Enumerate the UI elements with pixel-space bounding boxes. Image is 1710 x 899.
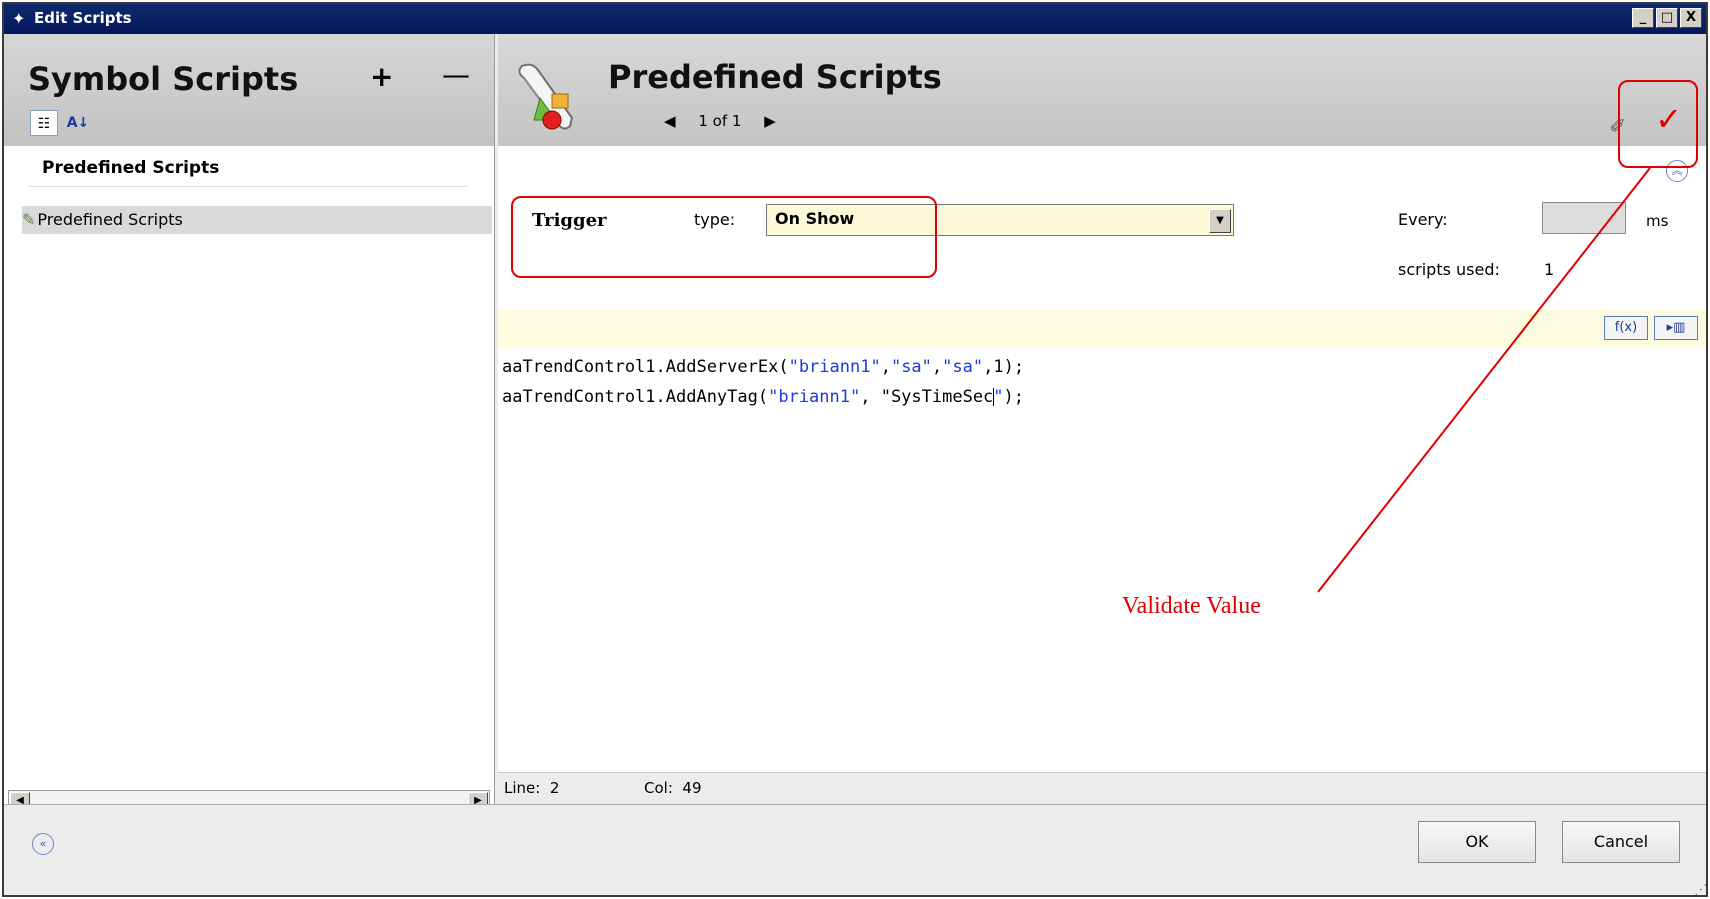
tree-item-predefined-scripts[interactable]: ✎ Predefined Scripts [22, 206, 492, 234]
section-label: Predefined Scripts [42, 158, 220, 178]
scripts-used-value: 1 [1544, 260, 1555, 279]
maximize-button[interactable]: □ [1656, 8, 1678, 28]
every-interval-input[interactable] [1542, 202, 1626, 234]
symbol-scripts-header: Symbol Scripts + — ☷ A↓ [4, 34, 494, 146]
edit-scripts-window: ✦ Edit Scripts _ □ X Symbol Scripts + — … [2, 2, 1708, 897]
next-page-icon[interactable]: ▶ [764, 112, 776, 130]
script-code-editor[interactable]: aaTrendControl1.AddServerEx("briann1","s… [502, 352, 1024, 412]
close-button[interactable]: X [1680, 8, 1702, 28]
code-line-2: aaTrendControl1.AddAnyTag("briann1", "Sy… [502, 387, 1025, 407]
dialog-footer: « OK Cancel ⋰ [4, 804, 1706, 895]
line-label: Line: [504, 779, 541, 797]
line-value: 2 [549, 779, 560, 797]
function-icon[interactable]: f(x) [1604, 316, 1648, 340]
editor-status-bar: Line: 2 Col: 49 [498, 772, 1706, 805]
script-editor-header: Predefined Scripts ◀ 1 of 1 ▶ ✐ ✓ [498, 34, 1706, 146]
add-script-button[interactable]: + [370, 60, 393, 93]
expand-left-icon[interactable]: « [32, 833, 54, 855]
pager: ◀ 1 of 1 ▶ [664, 112, 794, 130]
col-value: 49 [682, 779, 702, 797]
code-line-1: aaTrendControl1.AddServerEx("briann1","s… [502, 357, 1025, 377]
tree-item-label: Predefined Scripts [37, 210, 183, 229]
symbol-scripts-pane: Symbol Scripts + — ☷ A↓ Predefined Scrip… [4, 34, 495, 810]
dropdown-arrow-icon[interactable]: ▼ [1209, 209, 1231, 233]
every-label: Every: [1398, 210, 1448, 229]
script-editor-pane: Predefined Scripts ◀ 1 of 1 ▶ ✐ ✓ ︽ Trig… [498, 34, 1706, 805]
categorized-view-icon[interactable]: ☷ [30, 110, 58, 136]
scroll-script-icon [518, 63, 574, 130]
ms-unit-label: ms [1646, 212, 1669, 230]
alphabetical-sort-icon[interactable]: A↓ [64, 110, 92, 136]
col-indicator: Col: 49 [644, 779, 702, 797]
scripts-used-label: scripts used: [1398, 260, 1500, 279]
window-title: Edit Scripts [34, 9, 132, 27]
insert-icon[interactable]: ▸▥ [1654, 316, 1698, 340]
script-app-icon: ✦ [12, 9, 26, 28]
predefined-scripts-title: Predefined Scripts [608, 58, 942, 96]
resize-grip-icon[interactable]: ⋰ [1694, 882, 1706, 895]
ok-button[interactable]: OK [1418, 821, 1536, 863]
validate-value-annotation: Validate Value [1122, 593, 1261, 619]
symbol-scripts-title: Symbol Scripts [28, 60, 299, 98]
scripts-tree-icon: ✎ [22, 210, 36, 229]
minimize-button[interactable]: _ [1632, 8, 1654, 28]
validate-highlight-box [1618, 80, 1698, 168]
trigger-highlight-box [511, 196, 937, 278]
col-label: Col: [644, 779, 673, 797]
cancel-button[interactable]: Cancel [1562, 821, 1680, 863]
prev-page-icon[interactable]: ◀ [664, 112, 676, 130]
page-indicator: 1 of 1 [698, 112, 742, 130]
remove-script-button[interactable]: — [442, 58, 470, 91]
line-indicator: Line: 2 [504, 779, 559, 797]
title-bar: ✦ Edit Scripts _ □ X [4, 4, 1706, 34]
divider [28, 186, 468, 187]
editor-toolbar: f(x) ▸▥ [498, 310, 1706, 348]
